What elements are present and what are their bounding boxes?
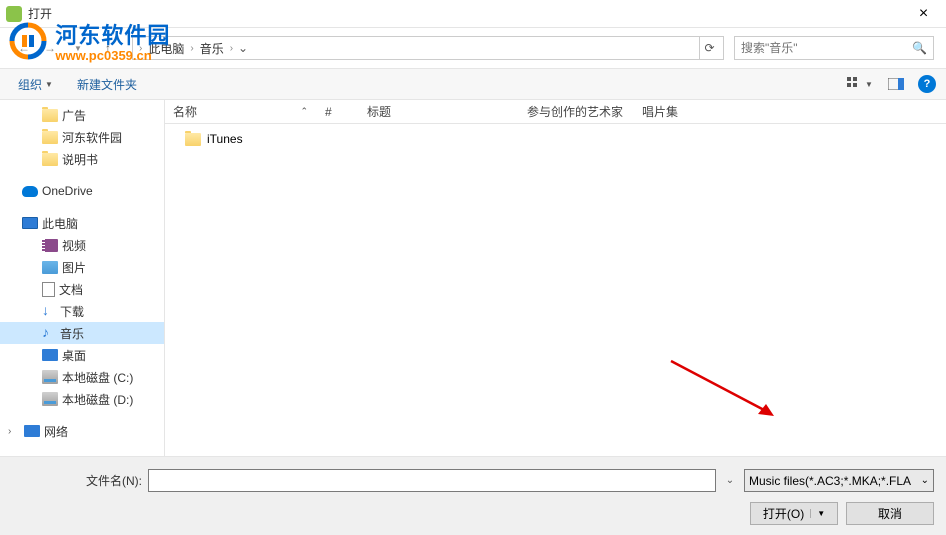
download-icon (42, 304, 56, 318)
annotation-arrow (666, 356, 786, 426)
onedrive-icon (22, 186, 38, 197)
sidebar-item-label: 文档 (59, 281, 83, 298)
app-icon (6, 6, 22, 22)
disk-icon (42, 392, 58, 406)
chevron-down-icon: ⌄ (921, 475, 929, 486)
disk-icon (42, 370, 58, 384)
sidebar-item[interactable]: 本地磁盘 (C:) (0, 366, 164, 388)
sidebar-item-label: 图片 (62, 259, 86, 276)
sidebar-item[interactable]: › 网络 (0, 420, 164, 442)
sidebar-item-label: 桌面 (62, 347, 86, 364)
breadcrumb-item[interactable]: 音乐 (196, 37, 228, 59)
column-header-name[interactable]: 名称 ⌃ (165, 100, 317, 123)
new-folder-button[interactable]: 新建文件夹 (69, 72, 145, 97)
chevron-down-icon: ▼ (45, 80, 53, 89)
preview-pane-button[interactable] (882, 73, 910, 95)
sidebar-item[interactable]: 河东软件园 (0, 126, 164, 148)
sort-caret-icon: ⌃ (300, 106, 308, 117)
search-icon: 🔍 (912, 41, 927, 55)
open-button[interactable]: 打开(O) ▼ (750, 502, 838, 525)
sidebar-item[interactable]: 广告 (0, 104, 164, 126)
search-box[interactable]: 🔍 (734, 36, 934, 60)
nav-up-button[interactable]: ↑ (98, 38, 118, 58)
column-header-number[interactable]: # (317, 100, 359, 123)
music-icon (42, 326, 56, 340)
folder-icon (42, 109, 58, 122)
sidebar-item[interactable]: 图片 (0, 256, 164, 278)
expand-icon[interactable]: › (8, 426, 18, 437)
video-icon (42, 239, 58, 252)
breadcrumb-item[interactable]: 此电脑 (144, 37, 188, 59)
organize-menu[interactable]: 组织 ▼ (10, 72, 61, 97)
sidebar-item[interactable]: 文档 (0, 278, 164, 300)
file-name: iTunes (207, 132, 243, 146)
view-options-button[interactable]: ▼ (846, 73, 874, 95)
sidebar-item[interactable]: OneDrive (0, 180, 164, 202)
sidebar-item[interactable]: 桌面 (0, 344, 164, 366)
nav-back-button[interactable]: ← (12, 36, 36, 60)
pic-icon (42, 261, 58, 274)
search-input[interactable] (741, 41, 912, 55)
chevron-right-icon: › (188, 43, 195, 54)
sidebar-item[interactable]: 下载 (0, 300, 164, 322)
nav-recent-dropdown[interactable]: ▼ (66, 36, 90, 60)
refresh-button[interactable]: ⟳ (699, 37, 719, 59)
file-filter-dropdown[interactable]: Music files(*.AC3;*.MKA;*.FLA ⌄ (744, 469, 934, 492)
sidebar-item[interactable]: 本地磁盘 (D:) (0, 388, 164, 410)
network-icon (24, 425, 40, 437)
chevron-right-icon: › (228, 43, 235, 54)
breadcrumb[interactable]: › 此电脑 › 音乐 › ⌄ ⟳ (132, 36, 724, 60)
column-header-title[interactable]: 标题 (359, 100, 519, 123)
filename-dropdown[interactable]: ⌄ (722, 475, 738, 486)
filename-input[interactable] (148, 469, 716, 492)
filename-label: 文件名(N): (12, 472, 142, 489)
sidebar-item-label: 广告 (62, 107, 86, 124)
help-button[interactable]: ? (918, 75, 936, 93)
sidebar-item[interactable]: 此电脑 (0, 212, 164, 234)
sidebar-item-label: 下载 (60, 303, 84, 320)
sidebar-item-label: 视频 (62, 237, 86, 254)
sidebar-item[interactable]: 视频 (0, 234, 164, 256)
pc-icon (22, 217, 38, 229)
sidebar-item-label: 本地磁盘 (D:) (62, 391, 133, 408)
folder-icon (42, 131, 58, 144)
nav-forward-button[interactable]: → (38, 36, 62, 60)
sidebar-item-label: 此电脑 (42, 215, 78, 232)
column-header-album[interactable]: 唱片集 (634, 100, 714, 123)
folder-icon (185, 133, 201, 146)
file-row[interactable]: iTunes (165, 128, 946, 150)
doc-icon (42, 282, 55, 297)
column-headers: 名称 ⌃ # 标题 参与创作的艺术家 唱片集 (165, 100, 946, 124)
chevron-down-icon: ▼ (810, 509, 825, 518)
breadcrumb-dropdown[interactable]: ⌄ (235, 41, 251, 55)
sidebar-item-label: 本地磁盘 (C:) (62, 369, 133, 386)
folder-icon (42, 153, 58, 166)
file-list: iTunes (165, 124, 946, 154)
sidebar-item-label: 网络 (44, 423, 68, 440)
sidebar-item[interactable]: 说明书 (0, 148, 164, 170)
sidebar: 广告河东软件园说明书 OneDrive 此电脑视频图片文档下载音乐桌面本地磁盘 (C… (0, 100, 165, 456)
window-title: 打开 (28, 5, 52, 22)
close-button[interactable]: × (901, 0, 946, 28)
chevron-right-icon: › (137, 43, 144, 54)
sidebar-item[interactable]: 音乐 (0, 322, 164, 344)
sidebar-item-label: 河东软件园 (62, 129, 122, 146)
column-header-artist[interactable]: 参与创作的艺术家 (519, 100, 634, 123)
sidebar-item-label: 音乐 (60, 325, 84, 342)
desktop-icon (42, 349, 58, 361)
cancel-button[interactable]: 取消 (846, 502, 934, 525)
sidebar-item-label: OneDrive (42, 184, 93, 198)
sidebar-item-label: 说明书 (62, 151, 98, 168)
